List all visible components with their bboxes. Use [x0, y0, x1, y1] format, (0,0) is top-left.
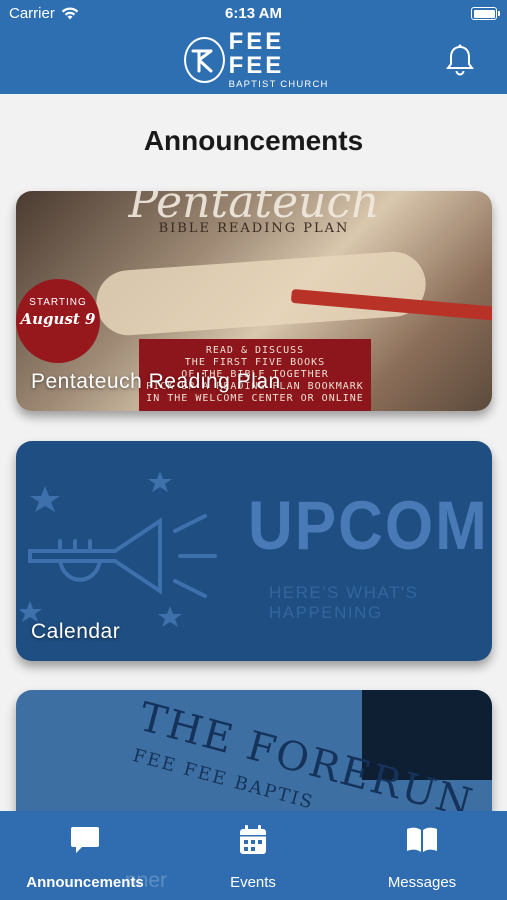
start-date-badge: STARTING August 9 — [16, 279, 100, 363]
scroll-graphic — [94, 249, 428, 338]
card-label: Calendar — [31, 620, 121, 643]
badge-line-2: August 9 — [20, 310, 96, 328]
calendar-icon — [240, 825, 266, 854]
tab-label: Messages — [387, 874, 457, 891]
card-art-title: UPCOMING — [248, 488, 492, 565]
promo-line-2: THE FIRST FIVE BOOKS — [184, 357, 326, 368]
tab-announcements[interactable]: Announcements — [15, 811, 155, 900]
logo-sub-text: BAPTIST CHURCH — [228, 79, 329, 91]
battery-icon — [471, 7, 500, 20]
logo-main-text: FEE FEE — [228, 28, 285, 80]
card-art-subtitle: BIBLE READING PLAN — [158, 221, 350, 236]
trumpet-illustration — [20, 471, 217, 627]
tab-label: Announcements — [26, 874, 144, 891]
app-header: Carrier 6:13 AM FEE FEE BAPTIST CHURCH — [0, 0, 507, 94]
badge-line-1: STARTING — [29, 297, 87, 308]
announcement-card-pentateuch[interactable]: Pentateuch BIBLE READING PLAN STARTING A… — [16, 191, 492, 411]
page-title: Announcements — [143, 125, 364, 156]
card-art-subtitle: HERE'S WHAT'S HAPPENING — [269, 583, 419, 622]
card-label: Pentateuch Reading Plan — [31, 370, 281, 393]
tab-events[interactable]: Events — [208, 811, 298, 900]
promo-line-5: IN THE WELCOME CENTER OR ONLINE — [146, 393, 364, 404]
announcement-card-calendar[interactable]: UPCOMING HERE'S WHAT'S HAPPENING Calenda… — [16, 441, 492, 661]
chat-bubble-icon — [71, 827, 99, 853]
tab-messages[interactable]: Messages — [372, 811, 472, 900]
promo-line-1: READ & DISCUSS — [205, 345, 305, 356]
status-bar: Carrier 6:13 AM — [0, 0, 507, 28]
book-open-icon — [407, 827, 437, 852]
tab-label: Events — [230, 874, 276, 891]
bell-icon[interactable] — [444, 43, 476, 77]
church-logo: FEE FEE BAPTIST CHURCH — [184, 30, 334, 89]
announcement-card-forerunner[interactable]: THE FORERUN FEE FEE BAPTIS — [16, 690, 492, 830]
tab-bar: nner Announcements Events Messages — [0, 811, 507, 900]
logo-mark-icon — [184, 37, 225, 83]
status-time: 6:13 AM — [225, 5, 282, 22]
